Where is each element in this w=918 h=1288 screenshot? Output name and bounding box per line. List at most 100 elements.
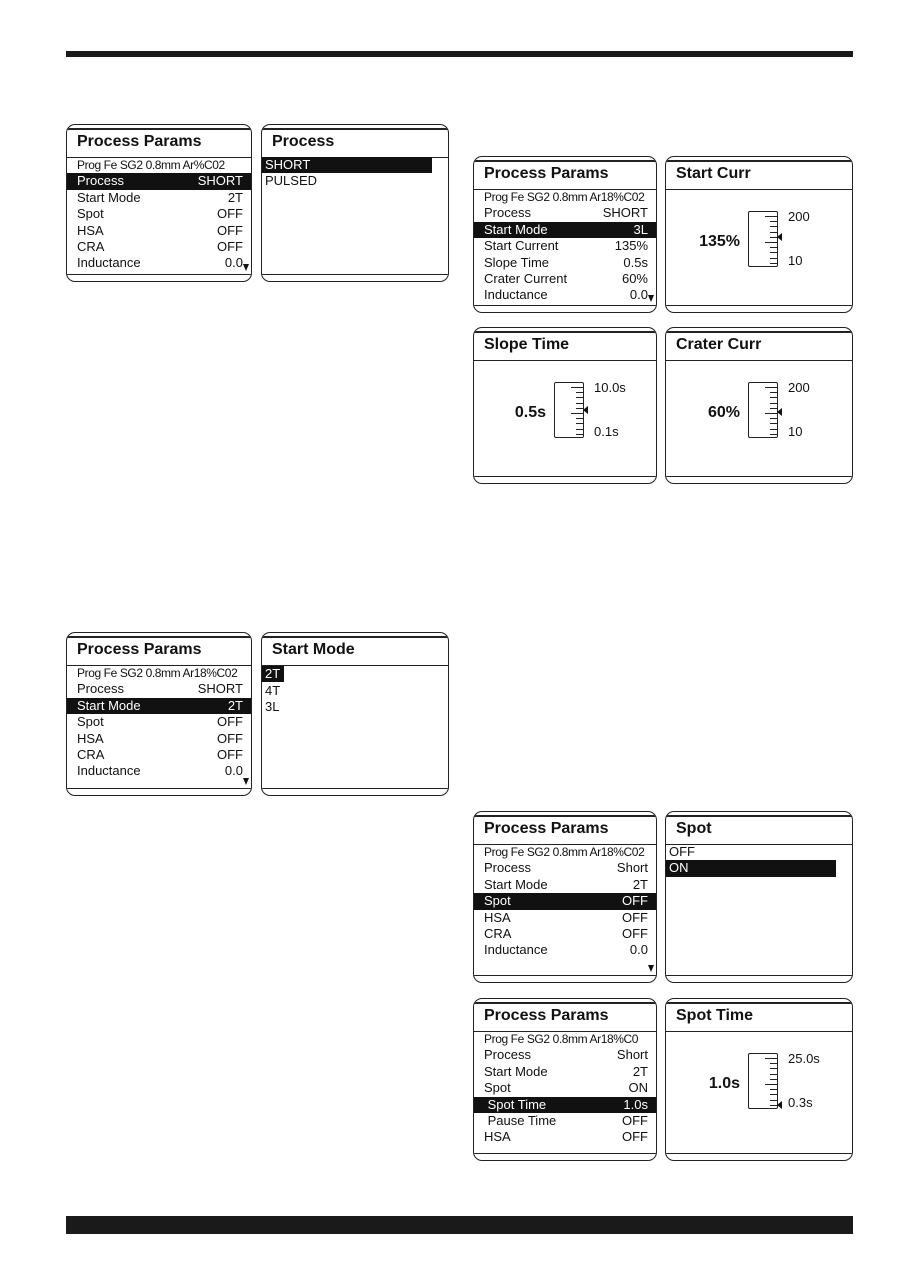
value-gauge[interactable]: 1.0s 25.0s 0.3s	[666, 1029, 852, 1152]
option-item[interactable]: 3L	[262, 699, 448, 715]
option-label[interactable]: 4T	[262, 683, 448, 699]
param-label: Process	[484, 205, 531, 221]
screen-bottom-rule	[67, 274, 251, 275]
param-row[interactable]: Spot Time 1.0s	[474, 1096, 656, 1113]
screen-title: Spot Time	[666, 1002, 852, 1032]
option-item[interactable]: 2T	[262, 665, 448, 683]
param-row[interactable]: Start Mode 2T	[67, 190, 251, 206]
scale-tick	[770, 1094, 777, 1096]
scale-tick	[576, 392, 583, 394]
screen-bottom-rule	[262, 274, 448, 275]
param-row[interactable]: Start Current 135%	[474, 238, 656, 254]
param-row[interactable]: HSA OFF	[474, 1129, 656, 1145]
param-row[interactable]: Process SHORT	[474, 205, 656, 221]
scale-tick	[770, 423, 777, 425]
screen-bottom-rule	[474, 305, 656, 306]
param-row[interactable]: Spot OFF	[474, 893, 656, 910]
param-row[interactable]: CRA OFF	[67, 747, 251, 763]
param-row[interactable]: Start Mode 3L	[474, 221, 656, 239]
gauge-scale	[748, 211, 778, 267]
footer-bar	[66, 1216, 853, 1234]
param-row[interactable]: Spot OFF	[67, 714, 251, 730]
option-item[interactable]: SHORT	[262, 157, 448, 174]
param-row[interactable]: Start Mode 2T	[474, 877, 656, 893]
param-value: 2T	[227, 189, 243, 205]
option-label[interactable]: OFF	[666, 844, 852, 860]
option-label[interactable]: 2T	[262, 666, 285, 683]
option-label[interactable]: SHORT	[262, 157, 432, 174]
param-row[interactable]: Process Short	[474, 860, 656, 876]
param-row[interactable]: CRA OFF	[67, 239, 251, 255]
max-value: 200	[788, 209, 810, 224]
scale-tick	[770, 418, 777, 420]
param-row[interactable]: Process Short	[474, 1047, 656, 1063]
param-row[interactable]: Spot OFF	[67, 206, 251, 222]
scale-tick	[770, 1099, 777, 1101]
option-label[interactable]: PULSED	[262, 173, 448, 189]
option-item[interactable]: PULSED	[262, 173, 448, 189]
lcd-screen-params: Process Params Prog Fe SG2 0.8mm Ar18%C02…	[473, 811, 657, 983]
option-item[interactable]: 4T	[262, 683, 448, 699]
scroll-down-arrow-icon	[243, 264, 249, 271]
param-row[interactable]: Inductance 0.0	[474, 287, 656, 303]
param-value: 0.0	[224, 763, 243, 779]
param-row[interactable]: CRA OFF	[474, 926, 656, 942]
param-row[interactable]: Spot ON	[474, 1080, 656, 1096]
param-row[interactable]: Process SHORT	[67, 173, 251, 190]
param-row[interactable]: Start Mode 2T	[474, 1064, 656, 1080]
value-gauge[interactable]: 135% 200 10	[666, 187, 852, 304]
param-label: Start Mode	[484, 221, 548, 237]
param-value: ON	[628, 1080, 649, 1096]
param-label: Start Mode	[484, 1063, 548, 1079]
scroll-down-arrow-icon	[648, 295, 654, 302]
option-item[interactable]: OFF	[666, 844, 852, 860]
scale-tick	[765, 413, 777, 414]
scale-tick	[770, 247, 777, 249]
scale-tick	[571, 413, 583, 414]
screen-title: Spot	[666, 815, 852, 845]
value-gauge[interactable]: 60% 200 10	[666, 358, 852, 475]
screen-bottom-rule	[262, 788, 448, 789]
param-row[interactable]: Pause Time OFF	[474, 1113, 656, 1129]
param-row[interactable]: Inductance 0.0	[67, 255, 251, 271]
option-item[interactable]: ON	[666, 860, 852, 877]
param-row[interactable]: Crater Current 60%	[474, 271, 656, 287]
param-value: 0.0	[629, 942, 648, 958]
param-row[interactable]: HSA OFF	[67, 731, 251, 747]
screen-title: Start Mode	[262, 636, 448, 666]
gauge-scale	[748, 1053, 778, 1109]
param-row[interactable]: HSA OFF	[474, 910, 656, 926]
param-row[interactable]: Slope Time 0.5s	[474, 255, 656, 271]
param-value: OFF	[217, 746, 243, 762]
lcd-screen-gauge: Start Curr 135% 200 10	[665, 156, 853, 313]
scroll-down-arrow-icon	[243, 778, 249, 785]
param-list: Prog Fe SG2 0.8mm Ar18%C02 Process SHORT St…	[67, 665, 251, 780]
param-row[interactable]: Inductance 0.0	[474, 942, 656, 958]
lcd-screen-gauge: Crater Curr 60% 200 10	[665, 327, 853, 484]
param-row[interactable]: Process SHORT	[67, 681, 251, 697]
scale-tick	[770, 252, 777, 254]
option-label[interactable]: 3L	[262, 699, 448, 715]
screen-title: Crater Curr	[666, 331, 852, 361]
value-gauge[interactable]: 0.5s 10.0s 0.1s	[474, 358, 656, 475]
param-label: CRA	[77, 746, 105, 762]
option-list: SHORT PULSED	[262, 157, 448, 190]
param-row[interactable]: Inductance 0.0	[67, 763, 251, 779]
lcd-screen-gauge: Slope Time 0.5s 10.0s 0.1s	[473, 327, 657, 484]
param-label: Start Mode	[77, 697, 141, 713]
program-name: Prog Fe SG2 0.8mm Ar18%C02	[77, 666, 238, 680]
param-label: Inductance	[484, 287, 548, 303]
param-value: 60%	[621, 270, 648, 286]
param-row[interactable]: HSA OFF	[67, 223, 251, 239]
scale-tick	[770, 226, 777, 228]
param-row[interactable]: Start Mode 2T	[67, 697, 251, 715]
screen-bottom-rule	[67, 788, 251, 789]
param-label: Pause Time	[484, 1112, 557, 1128]
scale-tick	[770, 1068, 777, 1070]
scale-tick	[765, 387, 777, 388]
param-value: OFF	[217, 222, 243, 238]
screen-title: Process Params	[474, 815, 656, 845]
param-value: OFF	[622, 1129, 648, 1145]
screen-bottom-rule	[474, 476, 656, 477]
option-label[interactable]: ON	[666, 860, 836, 877]
